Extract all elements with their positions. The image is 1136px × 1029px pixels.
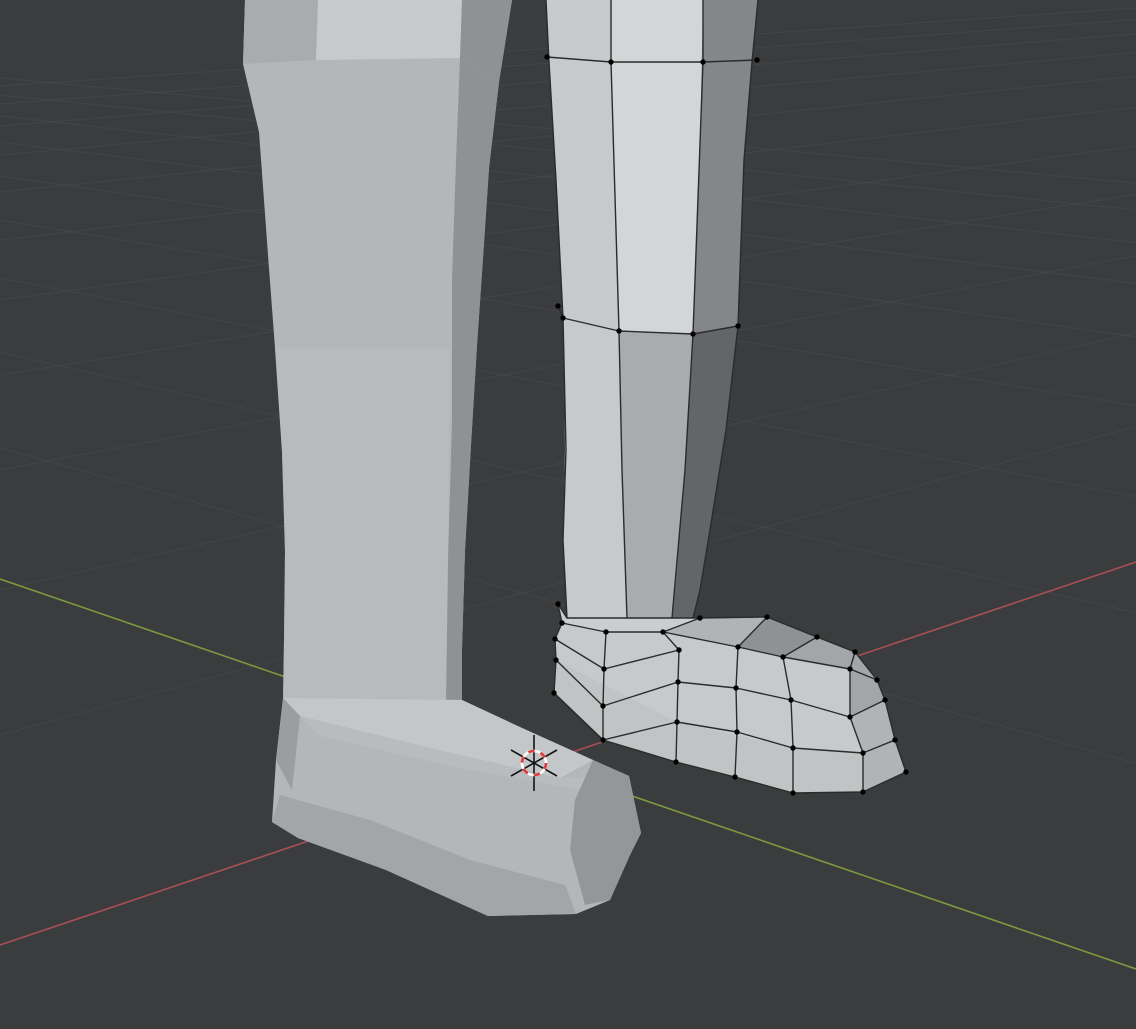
mesh-vertex[interactable] — [675, 679, 680, 684]
mesh-vertex[interactable] — [860, 750, 865, 755]
mesh-vertex[interactable] — [690, 331, 695, 336]
mesh-vertex[interactable] — [874, 677, 879, 682]
mesh-vertex[interactable] — [882, 697, 887, 702]
mesh-vertex[interactable] — [780, 654, 785, 659]
mesh-vertex[interactable] — [814, 634, 819, 639]
mesh-vertex[interactable] — [616, 328, 621, 333]
mesh-vertex[interactable] — [601, 666, 606, 671]
mesh-vertex[interactable] — [790, 790, 795, 795]
mesh-vertex[interactable] — [903, 769, 908, 774]
mesh-vertex[interactable] — [552, 636, 557, 641]
mesh-vertex[interactable] — [697, 615, 702, 620]
mesh-vertex[interactable] — [852, 649, 857, 654]
mesh-vertex[interactable] — [553, 657, 558, 662]
mesh-vertex[interactable] — [847, 666, 852, 671]
mesh-vertex[interactable] — [700, 59, 705, 64]
right-thigh-facet-mid — [611, 0, 703, 334]
left-thigh-facet-topcenter — [316, 0, 462, 60]
mesh-vertex[interactable] — [603, 629, 608, 634]
mesh-vertex[interactable] — [559, 620, 564, 625]
mesh-vertex[interactable] — [847, 714, 852, 719]
mesh-vertex[interactable] — [608, 59, 613, 64]
mesh-vertex[interactable] — [555, 601, 560, 606]
mesh-vertex[interactable] — [754, 57, 759, 62]
left-calf-facet — [275, 348, 450, 700]
mesh-vertex[interactable] — [734, 729, 739, 734]
mesh-vertex[interactable] — [735, 323, 740, 328]
mesh-vertex[interactable] — [788, 697, 793, 702]
viewport-canvas[interactable] — [0, 0, 1136, 1029]
mesh-vertex[interactable] — [790, 745, 795, 750]
mesh-vertex[interactable] — [860, 789, 865, 794]
mesh-vertex[interactable] — [892, 737, 897, 742]
mesh-vertex[interactable] — [560, 315, 565, 320]
mesh-vertex[interactable] — [660, 629, 665, 634]
3d-viewport[interactable] — [0, 0, 1136, 1029]
mesh-vertex[interactable] — [673, 759, 678, 764]
mesh-vertex[interactable] — [676, 647, 681, 652]
mesh-vertex[interactable] — [674, 719, 679, 724]
mesh-vertex[interactable] — [732, 774, 737, 779]
mesh-vertex[interactable] — [600, 737, 605, 742]
mesh-vertex[interactable] — [733, 685, 738, 690]
mesh-vertex[interactable] — [600, 703, 605, 708]
mesh-vertex[interactable] — [551, 690, 556, 695]
mesh-vertex[interactable] — [544, 54, 549, 59]
mesh-vertex[interactable] — [764, 614, 769, 619]
mesh-vertex[interactable] — [555, 303, 560, 308]
left-thigh-facet-topleft — [243, 0, 318, 64]
mesh-vertex[interactable] — [735, 644, 740, 649]
